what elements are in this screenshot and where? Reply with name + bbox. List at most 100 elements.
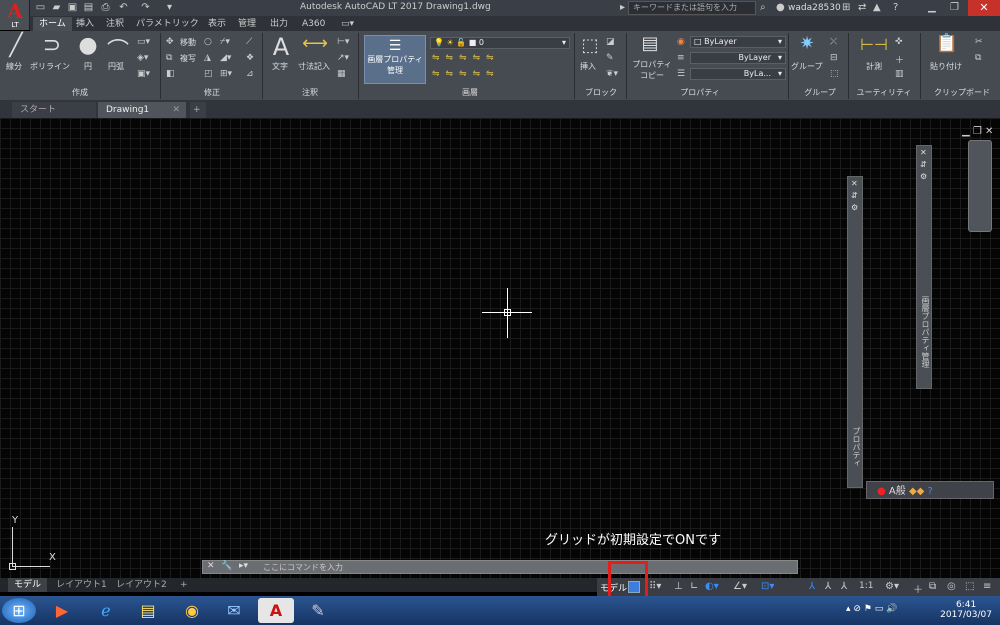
hardware-accel-icon[interactable]: ◎ [947,581,956,592]
snap-icon[interactable]: ⠿▾ [649,581,661,592]
palette-settings-icon[interactable]: ⚙ [920,172,927,181]
print-icon[interactable]: ⎙ [100,2,111,13]
osnap-icon[interactable]: ⊡▾ [761,581,774,592]
scale-icon[interactable]: ◰ [204,69,213,79]
new-icon[interactable]: ▭ [35,2,46,13]
chevron-right-icon[interactable]: ▸ [620,2,625,13]
copy-button[interactable]: 複写 [180,53,196,64]
panel-annotation-label[interactable]: 注釈 [270,87,350,99]
move-button[interactable]: 移動 [180,37,196,48]
measure-icon[interactable]: ⊢⊣ [860,35,888,54]
create-block-icon[interactable]: ◪ [606,37,615,47]
panel-groups-label[interactable]: グループ [790,87,850,99]
match-properties-button[interactable]: プロパティコピー [630,59,674,81]
group-button[interactable]: グループ [791,61,823,72]
binoculars-icon[interactable]: ⌕ [760,2,766,13]
array-icon[interactable]: ⊞▾ [220,69,232,79]
command-input[interactable]: ここにコマンドを入力 [263,562,343,573]
palette-autohide-icon[interactable]: ⇵ [920,160,927,169]
stretch-icon[interactable]: ◧ [166,69,175,79]
arc-button[interactable]: 円弧 [108,61,124,72]
close-icon[interactable]: ✕ [207,561,215,571]
annotation-visibility-icon[interactable]: ⅄ [809,581,815,592]
panel-properties-label[interactable]: プロパティ [660,87,740,99]
fillet-icon[interactable]: ◢▾ [220,53,231,63]
media-player-icon[interactable]: ▶ [44,598,80,623]
tab-start[interactable]: スタート [12,102,96,118]
insert-icon[interactable]: ⬚ [578,35,602,56]
line-icon[interactable]: ╱ [4,33,28,58]
thunderbird-icon[interactable]: ✉ [216,598,252,623]
customize-icon[interactable]: ≡ [983,581,991,592]
point-icon[interactable]: ＋ [895,53,904,66]
new-tab-icon[interactable]: + [190,102,206,118]
infer-icon[interactable]: ⊥ [674,581,683,592]
redo-icon[interactable]: ↷ [140,2,151,13]
layer-tools-row1-icon[interactable]: ⇋⇋⇋⇋⇋ [432,53,500,63]
isolate-icon[interactable]: ⧉ [929,581,936,592]
plus-icon[interactable]: ＋ [913,581,923,596]
calculator-icon[interactable]: ▥ [895,69,904,79]
copy-clip-icon[interactable]: ⧉ [975,53,981,63]
scale-dropdown[interactable]: 1:1 [859,581,873,591]
restore-icon[interactable]: ❐ [950,2,959,13]
insert-button[interactable]: 挿入 [580,61,596,72]
polyline-icon[interactable]: ⊃ [38,33,66,58]
linetype-icon[interactable]: ≡ [677,53,685,63]
tab-home[interactable]: ホーム [33,17,72,31]
dimension-icon[interactable]: ⟷ [302,33,328,54]
ie-icon[interactable]: ℯ [88,598,124,623]
exchange-icon[interactable]: ⇄ [858,2,866,13]
edit-block-icon[interactable]: ✎ [606,53,614,63]
panel-utilities-label[interactable]: ユーティリティ [848,87,920,99]
navigation-bar[interactable] [968,140,992,232]
paint-icon[interactable]: ✎ [300,598,336,623]
erase-icon[interactable]: ⟋ [246,37,252,47]
polyline-button[interactable]: ポリライン [30,61,70,72]
linear-dim-icon[interactable]: ⊢▾ [337,37,349,47]
mirror-icon[interactable]: ◮ [204,53,211,63]
close-icon[interactable]: ✕ [968,0,1000,16]
tab-layout2[interactable]: レイアウト2 [110,578,173,592]
linetype-dropdown[interactable]: ByLayer ▾ [690,52,786,64]
annotation-scale-icon[interactable]: ⅄ [841,581,847,592]
tab-model[interactable]: モデル [8,578,48,592]
qat-dropdown-icon[interactable]: ▾ [164,2,175,13]
palette-close-icon[interactable]: ✕ [920,148,927,157]
circle-icon[interactable]: ● [76,33,100,58]
application-menu-button[interactable]: A LT [0,0,30,30]
help-icon[interactable]: ? [893,2,898,13]
tray-icons[interactable]: ▴ ⊘ ⚑ ▭ 🔊 [846,604,897,614]
panel-modify-label[interactable]: 修正 [180,87,244,99]
palette-settings-icon[interactable]: ⚙ [851,203,858,212]
explode-icon[interactable]: ❖ [246,53,254,63]
group-select-icon[interactable]: ⬚ [830,69,839,79]
open-icon[interactable]: ▰ [51,2,62,13]
panel-layers-label[interactable]: 画層 [420,87,520,99]
autoscale-icon[interactable]: ⅄ [825,581,831,592]
attribute-icon[interactable]: ❦▾ [606,69,618,79]
group-edit-icon[interactable]: ⊟ [830,53,838,63]
paste-icon[interactable]: 📋 [934,33,960,54]
text-icon[interactable]: A [268,33,294,61]
color-wheel-icon[interactable]: ◉ [677,37,685,47]
explorer-icon[interactable]: ▤ [130,598,166,623]
layer-dropdown[interactable]: 💡 ☀ 🔓 ■ 0 ▾ [430,37,570,49]
polar-icon[interactable]: ◐▾ [705,581,719,592]
paste-button[interactable]: 貼り付け [930,61,962,72]
group-icon[interactable]: ✷ [794,33,820,54]
dimension-button[interactable]: 寸法記入 [298,61,330,72]
start-icon[interactable]: ⊞ [2,598,36,623]
tab-drawing1[interactable]: Drawing1 ✕ [98,102,186,118]
match-properties-icon[interactable]: ▤ [636,33,664,54]
trim-icon[interactable]: ⌿▾ [220,37,230,47]
lineweight-dropdown[interactable]: ByLa... ▾ [690,68,786,80]
clean-screen-icon[interactable]: ⬚ [965,581,974,592]
clock[interactable]: 6:41 2017/03/07 [940,600,992,620]
copy-icon[interactable]: ⧉ [166,53,172,63]
tab-insert[interactable]: 挿入 [70,17,100,31]
layer-tools-row2-icon[interactable]: ⇋⇋⇋⇋⇋ [432,69,500,79]
annotation-toolbar[interactable]: ● A般 ◆◆ ? [866,481,994,499]
panel-block-label[interactable]: ブロック [576,87,626,99]
move-icon[interactable]: ✥ [166,37,174,47]
